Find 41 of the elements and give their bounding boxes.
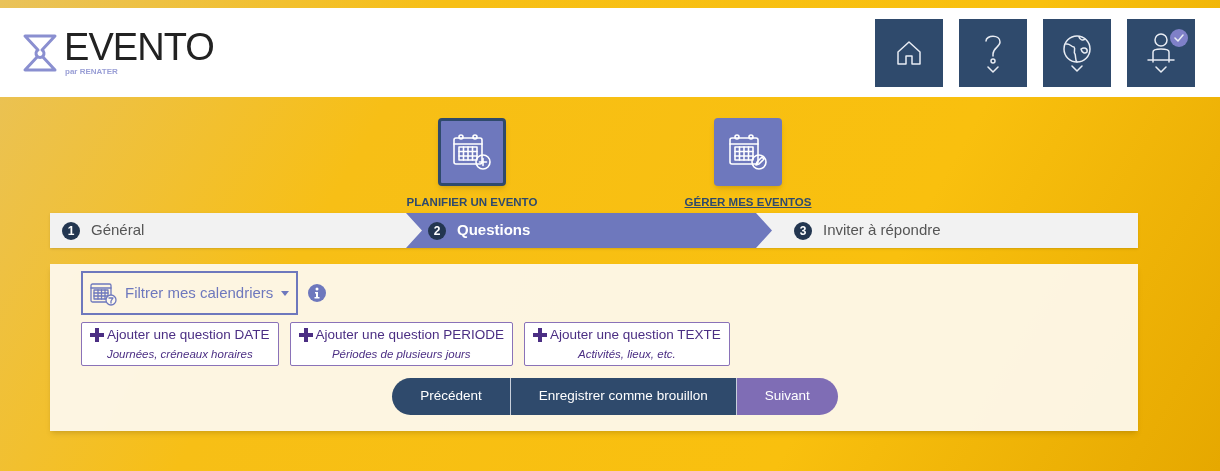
- caret-icon: [281, 290, 290, 296]
- wizard-step[interactable]: 1 Général: [50, 213, 406, 248]
- add-question-button[interactable]: Ajouter une question PERIODE Périodes de plusieurs jours: [289, 322, 513, 366]
- hourglass-logo-icon: [22, 32, 58, 73]
- wizard-action-button[interactable]: Précédent: [392, 378, 510, 415]
- plus-icon: [532, 328, 547, 343]
- add-question-button[interactable]: Ajouter une question TEXTE Activités, lieux, etc.: [523, 322, 730, 366]
- calendar-filter-icon: [89, 280, 117, 306]
- help-menu-button[interactable]: [959, 18, 1027, 87]
- plus-icon: [298, 328, 313, 343]
- logo-wordmark: EVENTO: [64, 27, 214, 66]
- wizard-step[interactable]: 2 Questions: [406, 213, 772, 248]
- logo-tagline: par RENATER: [65, 65, 119, 78]
- calendar-filter-dropdown[interactable]: Filtrer mes calendriers: [81, 271, 298, 315]
- wizard-action-button[interactable]: Suivant: [735, 378, 838, 415]
- wizard-action-button[interactable]: Enregistrer comme brouillon: [509, 378, 736, 415]
- chevron-down-icon: [1155, 66, 1167, 73]
- home-menu-button[interactable]: [875, 18, 943, 87]
- chevron-down-icon: [987, 66, 999, 73]
- globe-icon: [1061, 33, 1093, 65]
- user-menu-button[interactable]: [1127, 18, 1195, 87]
- step-number: 1: [62, 221, 80, 240]
- info-icon[interactable]: [308, 284, 326, 302]
- person-icon: [1145, 32, 1177, 66]
- step-number: 2: [428, 221, 446, 240]
- step-label: Inviter à répondre: [823, 220, 941, 241]
- calendar-plus-icon: [451, 132, 493, 172]
- check-badge-icon: [1170, 28, 1188, 47]
- calendar-tile[interactable]: [714, 118, 782, 186]
- mode-link[interactable]: GÉRER MES EVENTOS: [684, 194, 812, 212]
- wizard-step[interactable]: 3 Inviter à répondre: [772, 213, 1138, 248]
- language-menu-button[interactable]: [1043, 18, 1111, 87]
- step-label: Questions: [457, 220, 531, 241]
- step-number: 3: [794, 221, 812, 240]
- chevron-down-icon: [1071, 65, 1083, 72]
- mode-link[interactable]: PLANIFIER UN EVENTO: [406, 194, 538, 212]
- plus-icon: [90, 328, 104, 343]
- add-question-button[interactable]: Ajouter une question DATE Journées, créneaux horaires: [81, 322, 279, 366]
- calendar-tile[interactable]: [438, 118, 506, 186]
- calendar-edit-icon: [727, 132, 769, 172]
- step-label: Général: [91, 220, 145, 241]
